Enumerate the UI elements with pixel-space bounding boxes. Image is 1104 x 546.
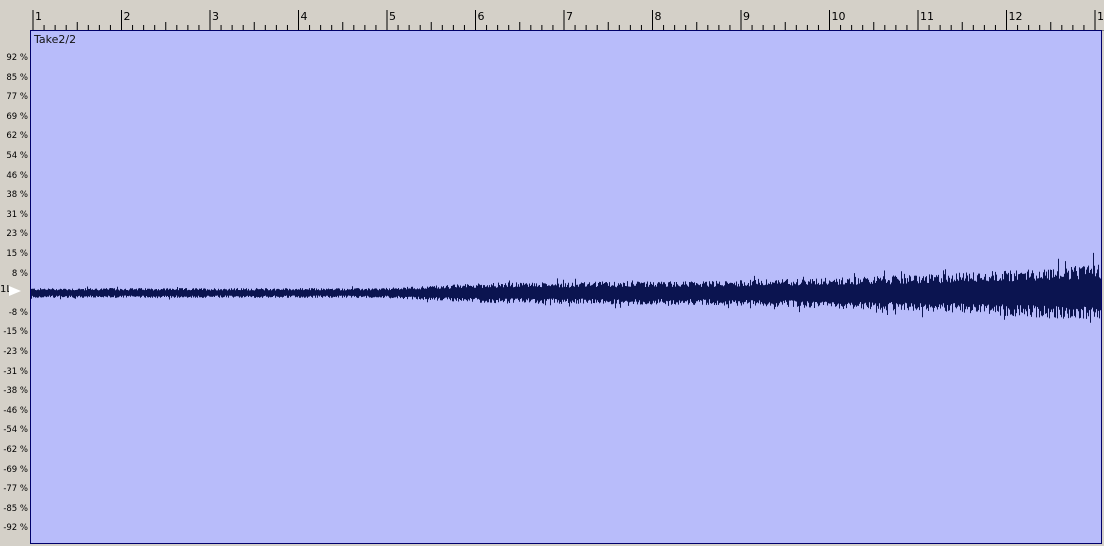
amplitude-label: 31 % xyxy=(6,209,28,220)
amplitude-label: -46 % xyxy=(3,405,28,416)
amplitude-label: -77 % xyxy=(3,484,28,495)
bar-number: 8 xyxy=(654,10,662,23)
amplitude-label: -38 % xyxy=(3,386,28,397)
amplitude-label: -8 % xyxy=(8,307,28,318)
amplitude-label: 23 % xyxy=(6,229,28,240)
amplitude-label: -54 % xyxy=(3,425,28,436)
bar-number: 13 xyxy=(1097,10,1104,23)
amplitude-label: 15 % xyxy=(6,249,28,259)
waveform-display xyxy=(31,252,1101,323)
waveform-core xyxy=(31,291,1101,295)
bar-number: 10 xyxy=(831,10,846,23)
bar-number: 4 xyxy=(300,10,308,23)
amplitude-label: -23 % xyxy=(3,347,28,357)
amplitude-label: -85 % xyxy=(3,503,28,514)
bar-number: 5 xyxy=(389,10,396,23)
bar-number: 12 xyxy=(1008,10,1023,23)
bar-number: 11 xyxy=(920,10,934,23)
channel-marker-icon[interactable] xyxy=(9,286,21,296)
amplitude-label: -15 % xyxy=(3,327,28,338)
amplitude-label: 62 % xyxy=(6,131,28,142)
clip-name: Take2/2 xyxy=(34,33,77,46)
amplitude-label: 92 % xyxy=(6,53,28,63)
bar-number: 1 xyxy=(35,10,42,23)
bar-number: 7 xyxy=(566,10,573,23)
amplitude-label: -31 % xyxy=(3,366,28,377)
bar-number: 9 xyxy=(743,10,750,23)
timeline-ruler[interactable]: 12345678910111213 xyxy=(30,0,1104,31)
bar-number: 6 xyxy=(477,10,485,23)
amplitude-label: 54 % xyxy=(6,151,28,161)
amplitude-label: 77 % xyxy=(6,92,28,103)
bar-number: 2 xyxy=(123,10,131,23)
amplitude-label: 38 % xyxy=(6,190,28,201)
amplitude-label: -92 % xyxy=(3,523,28,534)
amplitude-label: 69 % xyxy=(6,111,28,122)
bar-number: 3 xyxy=(212,10,219,23)
amplitude-label: -62 % xyxy=(3,445,28,455)
waveform-clip[interactable]: Take2/2 xyxy=(30,30,1102,544)
amplitude-label: 46 % xyxy=(6,170,28,181)
amplitude-label: -69 % xyxy=(3,464,28,475)
waveform-path xyxy=(31,252,1101,323)
amplitude-label: 85 % xyxy=(6,72,28,83)
amplitude-label: 8 % xyxy=(11,268,28,279)
